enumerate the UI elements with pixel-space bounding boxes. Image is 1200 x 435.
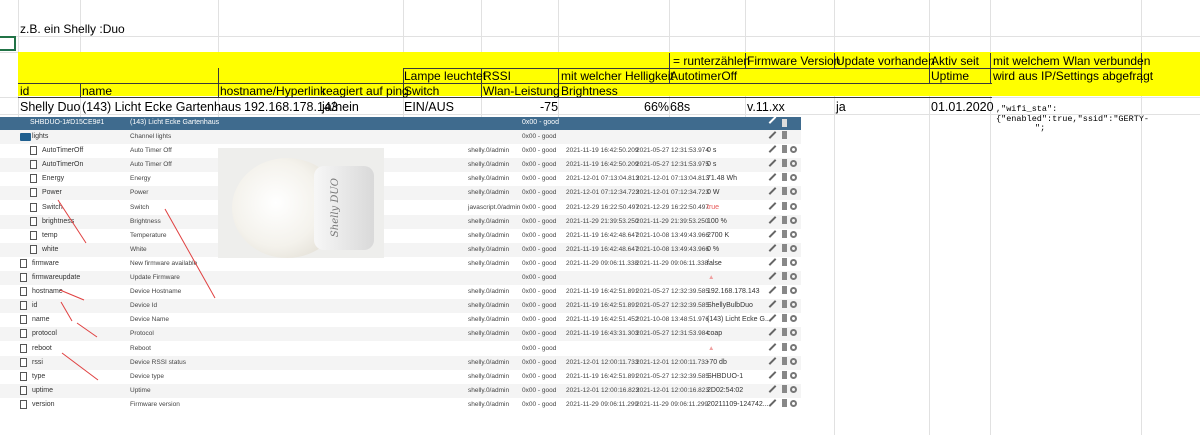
annotation-arrows — [57, 199, 216, 381]
